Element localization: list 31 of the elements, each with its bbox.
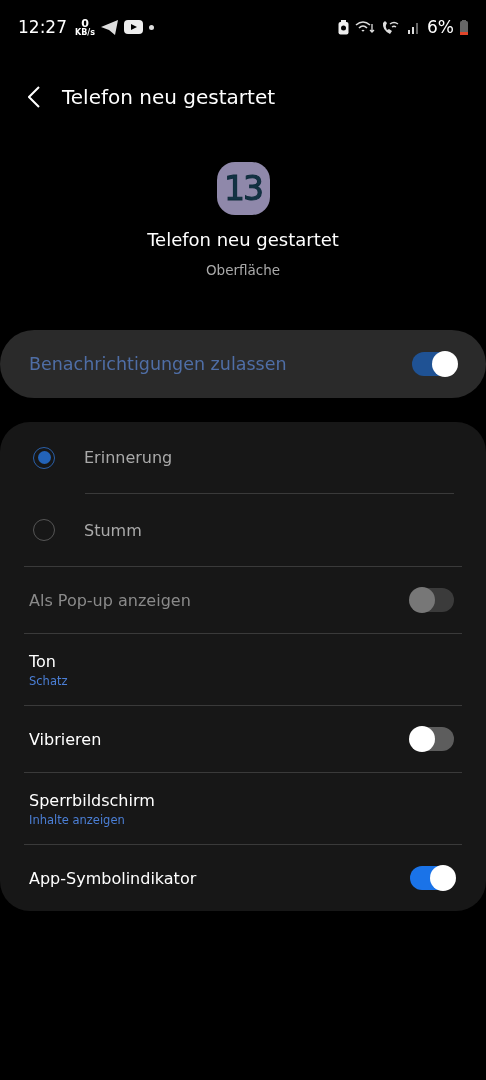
- wifi-icon: [355, 19, 375, 35]
- battery-icon: [460, 19, 468, 35]
- dot-icon: [149, 24, 154, 30]
- channel-category: Oberfläche: [205, 262, 281, 278]
- signal-icon: [407, 20, 421, 34]
- setting-label: App-Symbolindikator: [29, 868, 198, 888]
- allow-notifications-label: Benachrichtigungen zulassen: [29, 354, 288, 374]
- setting-label: Sperrbildschirm: [29, 790, 155, 810]
- wifi-calling-icon: [381, 19, 401, 35]
- clock: 12:27: [18, 17, 67, 37]
- toggle-switch[interactable]: [410, 866, 454, 890]
- option-label: Erinnerung: [84, 448, 173, 467]
- setting-label: Vibrieren: [29, 729, 103, 749]
- back-icon: [28, 86, 40, 108]
- page-title: Telefon neu gestartet: [62, 85, 276, 109]
- battery-percentage: 6%: [427, 17, 454, 37]
- setting-label: Ton: [29, 651, 57, 671]
- network-speed: 0: [81, 17, 89, 29]
- network-speed-unit: KB/s: [75, 28, 95, 37]
- toggle-switch[interactable]: [412, 352, 456, 376]
- channel-title: Telefon neu gestartet: [147, 229, 339, 250]
- toggle-switch[interactable]: [410, 727, 454, 751]
- battery-saver-icon: [338, 19, 349, 35]
- setting-value: Schatz: [29, 673, 68, 688]
- app-icon: 13: [216, 162, 270, 215]
- allow-notifications-bar[interactable]: Benachrichtigungen zulassen: [0, 330, 486, 398]
- option-label: Stumm: [84, 520, 142, 540]
- setting-value: Inhalte anzeigen: [29, 812, 126, 827]
- play-icon: [124, 20, 143, 34]
- setting-label: Als Pop-up anzeigen: [29, 590, 192, 610]
- paper-plane-icon: [101, 19, 118, 35]
